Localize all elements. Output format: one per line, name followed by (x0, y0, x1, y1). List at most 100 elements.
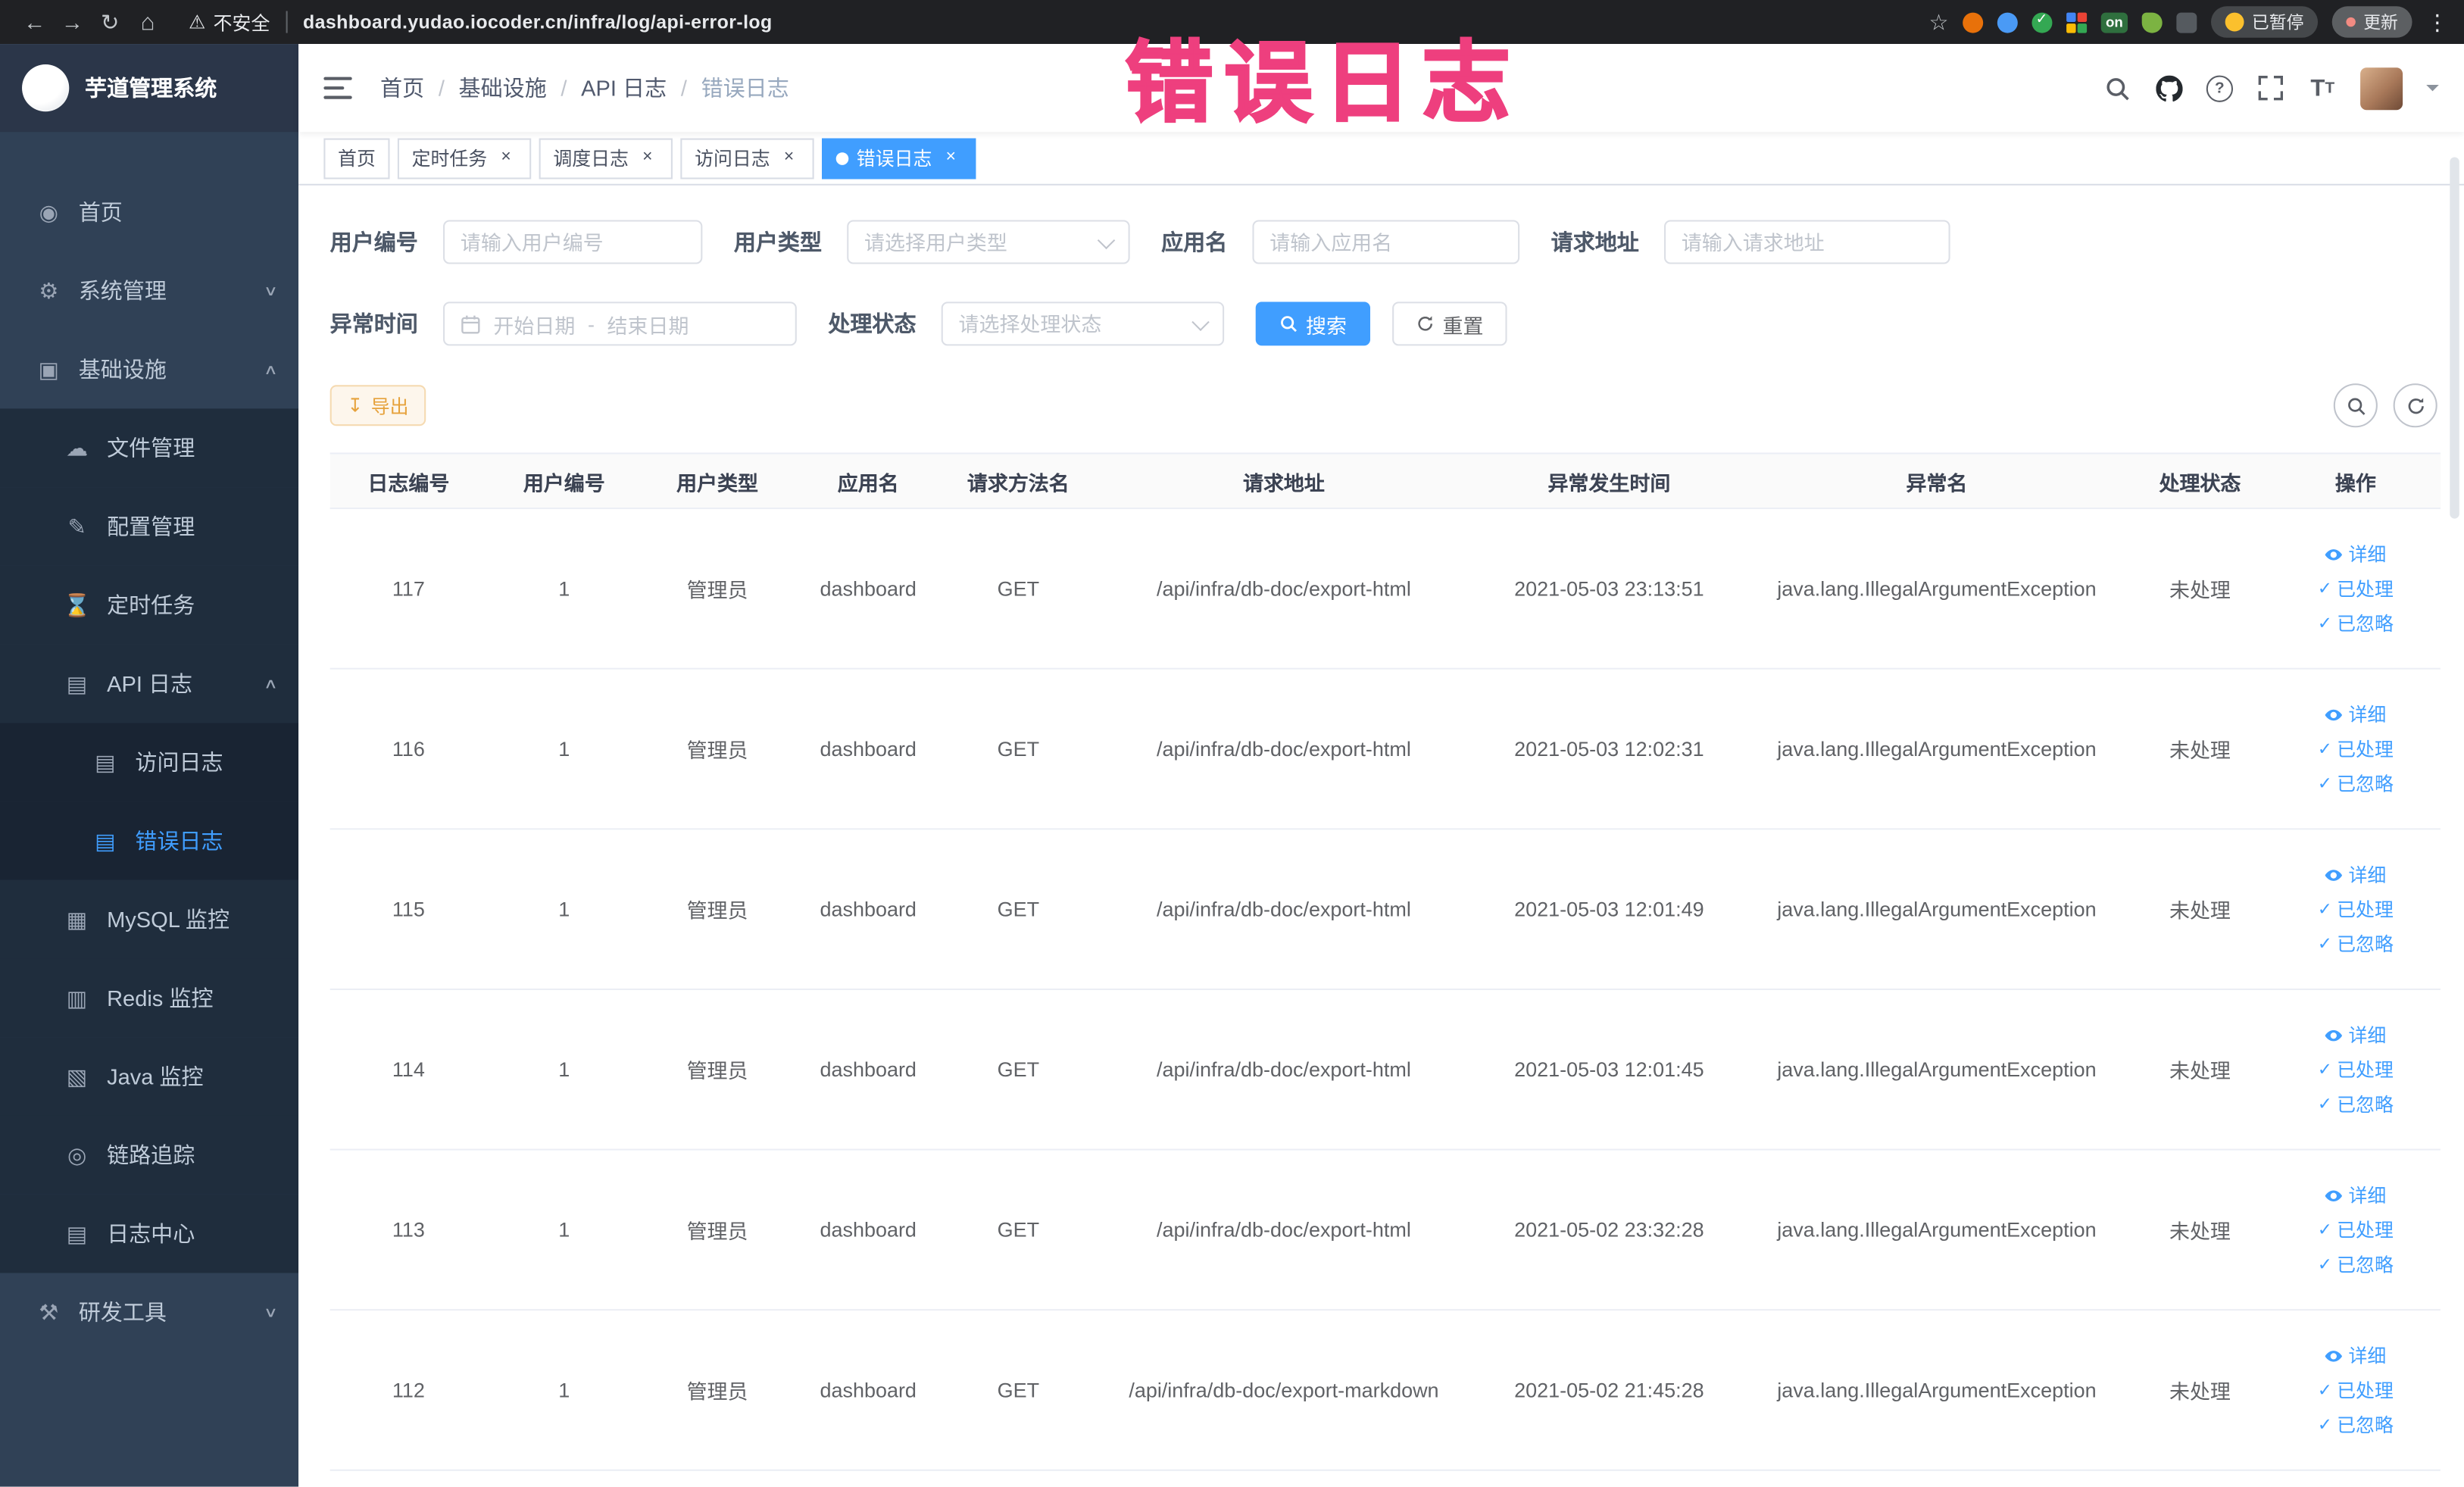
request-url-label: 请求地址 (1551, 229, 1639, 255)
font-size-icon[interactable] (2309, 74, 2337, 102)
sidebar-toggle-icon[interactable] (323, 77, 352, 99)
processed-link[interactable]: 已处理 (2318, 1376, 2394, 1403)
sidebar-item-api-log[interactable]: ▤ API 日志 (0, 644, 299, 723)
detail-link[interactable]: 详细 (2325, 861, 2386, 888)
forward-icon[interactable] (54, 9, 92, 34)
export-button[interactable]: 导出 (329, 385, 426, 426)
detail-link[interactable]: 详细 (2325, 1022, 2386, 1048)
tab-首页[interactable]: 首页 (323, 137, 390, 179)
extension-icon[interactable] (2176, 11, 2197, 33)
ignore-link[interactable]: 已忽略 (2318, 610, 2394, 636)
sidebar-item-file[interactable]: ☁ 文件管理 (0, 408, 299, 488)
ignore-link[interactable]: 已忽略 (2318, 930, 2394, 957)
reload-icon[interactable] (91, 8, 129, 35)
close-icon[interactable] (940, 147, 962, 169)
paused-badge[interactable]: 已暂停 (2210, 6, 2319, 38)
sidebar-item-access-log[interactable]: ▤ 访问日志 (0, 723, 299, 802)
ignore-link[interactable]: 已忽略 (2318, 1091, 2394, 1117)
extension-icon[interactable] (2141, 11, 2163, 33)
check-icon (2318, 1094, 2332, 1114)
home-icon[interactable] (129, 8, 167, 35)
sidebar-item-trace[interactable]: ◎ 链路追踪 (0, 1115, 299, 1195)
sidebar-item-redis[interactable]: ▥ Redis 监控 (0, 958, 299, 1038)
browser-menu-icon[interactable] (2426, 8, 2448, 35)
processed-link[interactable]: 已处理 (2318, 1056, 2394, 1082)
process-status-label: 处理状态 (828, 311, 917, 336)
detail-link[interactable]: 详细 (2325, 701, 2386, 727)
extension-icon[interactable] (1997, 11, 2018, 33)
infra-icon: ▣ (38, 355, 60, 382)
request-url-input[interactable] (1664, 220, 1950, 264)
sidebar-item-label: 配置管理 (107, 514, 195, 539)
processed-link[interactable]: 已处理 (2318, 896, 2394, 923)
cell-app_name: dashboard (820, 1217, 917, 1242)
reset-button[interactable]: 重置 (1392, 301, 1507, 346)
user-id-input[interactable] (443, 220, 703, 264)
github-icon[interactable] (2154, 74, 2182, 102)
eye-icon (2325, 1186, 2344, 1204)
cell-user_type: 管理员 (686, 898, 748, 923)
sidebar-item-infra[interactable]: ▣ 基础设施 (0, 330, 298, 409)
cell-id: 114 (392, 1057, 425, 1082)
user-id-label: 用户编号 (329, 229, 418, 255)
fullscreen-icon[interactable] (2256, 74, 2284, 102)
sidebar-item-label: 访问日志 (135, 749, 223, 775)
breadcrumb-item[interactable]: 首页 (380, 72, 459, 103)
tab-访问日志[interactable]: 访问日志 (680, 137, 814, 179)
app-name-input[interactable] (1252, 220, 1520, 264)
sidebar-item-system[interactable]: ⚙ 系统管理 (0, 251, 298, 330)
breadcrumb-item[interactable]: 基础设施 (459, 72, 582, 103)
sidebar-item-dev-tools[interactable]: ⚒ 研发工具 (0, 1273, 298, 1351)
ignore-link[interactable]: 已忽略 (2318, 1411, 2394, 1438)
help-icon[interactable] (2206, 74, 2234, 102)
tab-定时任务[interactable]: 定时任务 (397, 137, 532, 179)
column-header: 操作 (2334, 470, 2376, 495)
detail-link[interactable]: 详细 (2325, 541, 2386, 567)
close-icon[interactable] (495, 147, 517, 169)
end-date-placeholder: 结束日期 (607, 313, 689, 338)
update-button[interactable]: 更新 (2331, 6, 2412, 38)
back-icon[interactable] (16, 9, 54, 34)
ignore-link[interactable]: 已忽略 (2318, 1251, 2394, 1277)
search-toggle-button[interactable] (2333, 383, 2378, 428)
search-icon[interactable] (2103, 74, 2131, 102)
extension-icon[interactable] (2031, 10, 2053, 33)
date-range-picker[interactable]: 开始日期 - 结束日期 (443, 301, 797, 346)
close-icon[interactable] (778, 147, 800, 169)
processed-link[interactable]: 已处理 (2318, 575, 2394, 601)
tab-调度日志[interactable]: 调度日志 (539, 137, 673, 179)
detail-link[interactable]: 详细 (2325, 1182, 2386, 1208)
security-indicator[interactable]: 不安全 (189, 8, 270, 35)
cell-app_name: dashboard (820, 736, 917, 761)
sidebar-item-home[interactable]: ◉ 首页 (0, 173, 298, 251)
sidebar-item-mysql[interactable]: ▦ MySQL 监控 (0, 879, 299, 959)
search-button[interactable]: 搜索 (1255, 301, 1371, 346)
ignore-link[interactable]: 已忽略 (2318, 770, 2394, 797)
breadcrumb-item[interactable]: API 日志 (581, 72, 701, 103)
sidebar-item-error-log[interactable]: ▤ 错误日志 (0, 801, 299, 880)
extension-icon[interactable] (2066, 11, 2088, 33)
tab-错误日志[interactable]: 错误日志 (822, 137, 976, 179)
sidebar-item-java[interactable]: ▧ Java 监控 (0, 1037, 299, 1116)
extension-on-badge[interactable]: on (2100, 11, 2128, 33)
detail-link[interactable]: 详细 (2325, 1342, 2386, 1369)
extension-icon[interactable] (1963, 11, 1984, 33)
cell-id: 113 (392, 1217, 425, 1242)
processed-link[interactable]: 已处理 (2318, 736, 2394, 762)
refresh-button[interactable] (2393, 383, 2437, 428)
processed-link[interactable]: 已处理 (2318, 1217, 2394, 1243)
avatar[interactable] (2360, 67, 2403, 110)
sidebar-item-config[interactable]: ✎ 配置管理 (0, 487, 299, 566)
process-status-select[interactable] (941, 301, 1225, 346)
table-row: 113 1 管理员 dashboard GET/api/infra/db-doc/exp… (329, 1150, 2441, 1311)
page-scrollbar[interactable] (2450, 157, 2459, 519)
user-type-select[interactable] (847, 220, 1130, 264)
close-icon[interactable] (636, 147, 658, 169)
sidebar-item-job[interactable]: ⌛ 定时任务 (0, 565, 299, 645)
sidebar-item-log-center[interactable]: ▤ 日志中心 (0, 1194, 299, 1273)
bookmark-star-icon[interactable] (1928, 8, 1948, 35)
address-bar[interactable]: dashboard.yudao.iocoder.cn/infra/log/api… (303, 11, 773, 33)
chevron-down-icon[interactable] (2426, 85, 2439, 98)
check-icon (2318, 1220, 2332, 1240)
cell-app_name: dashboard (820, 1378, 917, 1402)
